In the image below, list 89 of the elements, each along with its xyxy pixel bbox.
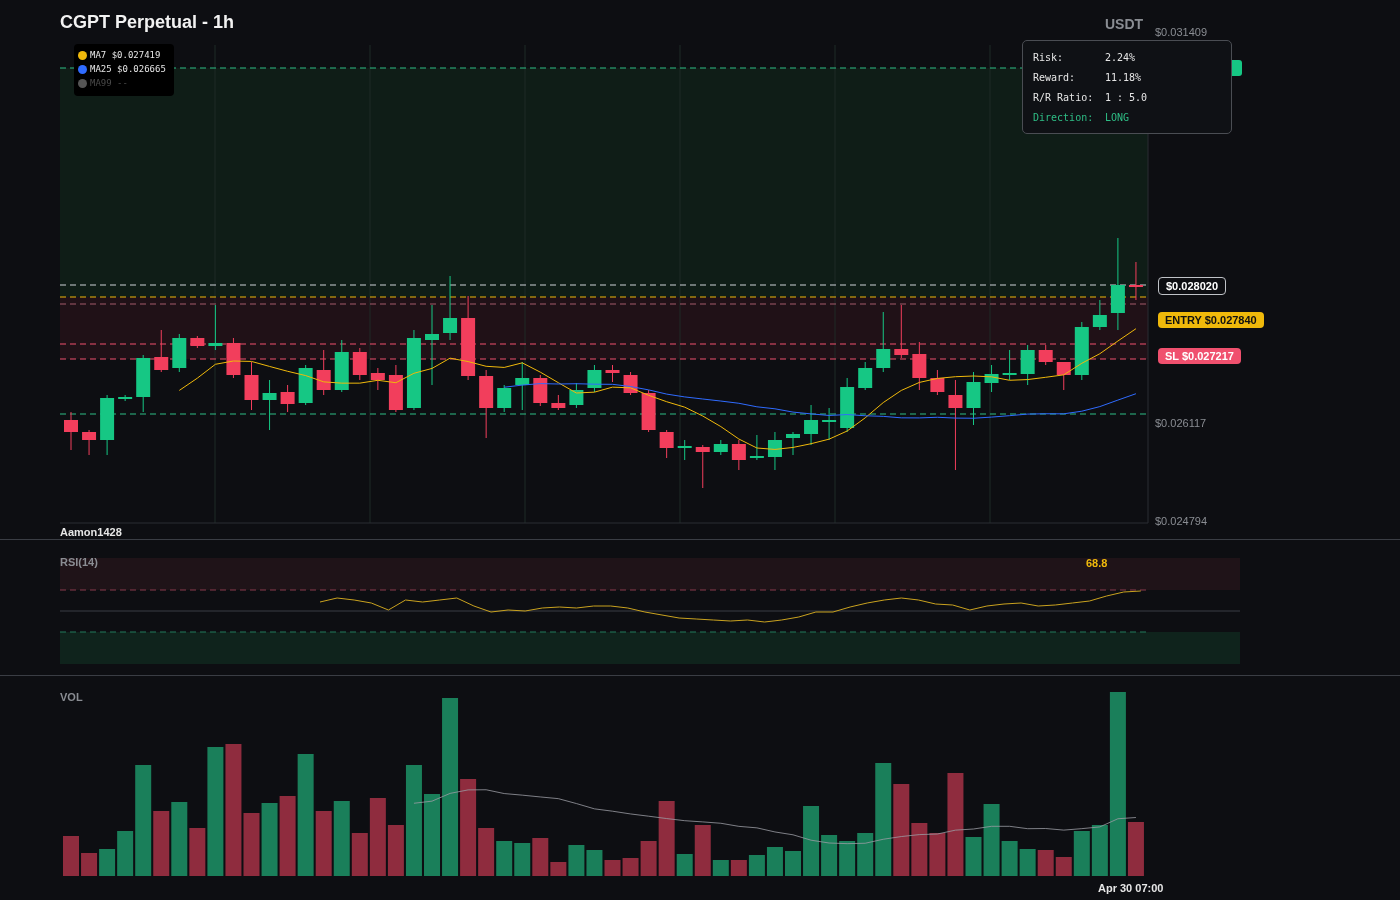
volume-bar xyxy=(1019,849,1036,876)
candlestick xyxy=(172,333,187,373)
candlestick xyxy=(587,364,602,393)
candlestick xyxy=(1056,361,1071,391)
candlestick xyxy=(876,311,891,373)
candlestick xyxy=(208,304,223,351)
volume-bar xyxy=(496,841,513,876)
price-axis-label: $0.026117 xyxy=(1155,417,1207,429)
direction-value: LONG xyxy=(1105,111,1130,123)
candlestick xyxy=(1020,344,1035,386)
candlestick xyxy=(912,341,927,391)
volume-label: VOL xyxy=(60,691,83,703)
candlestick xyxy=(786,431,800,456)
price-axis-label: $0.031409 xyxy=(1155,26,1207,38)
candlestick xyxy=(767,431,782,471)
indicator-value: MA99 -- xyxy=(90,78,128,88)
candlestick xyxy=(551,394,566,411)
candlestick xyxy=(731,439,746,471)
candlestick xyxy=(1128,261,1143,301)
indicator-value: MA25 $0.026665 xyxy=(90,64,166,74)
info-label: Reward: xyxy=(1033,71,1077,83)
candlestick xyxy=(136,354,151,413)
candlestick xyxy=(154,329,169,373)
candlestick xyxy=(118,394,133,402)
candlestick xyxy=(1092,299,1107,331)
candlestick xyxy=(605,364,620,383)
candlestick xyxy=(930,369,945,396)
candlestick xyxy=(280,384,295,413)
volume-bar xyxy=(748,855,765,876)
candlestick xyxy=(497,384,512,413)
info-value: 1 : 5.0 xyxy=(1105,91,1148,103)
candlestick xyxy=(659,429,674,459)
candlestick xyxy=(316,349,331,396)
candlestick xyxy=(894,304,909,359)
rsi-value: 68.8 xyxy=(1086,557,1108,569)
info-label: Risk: xyxy=(1033,51,1065,63)
volume-bar xyxy=(766,847,783,876)
candlestick xyxy=(334,339,349,393)
info-value: 2.24% xyxy=(1105,51,1136,63)
candlestick xyxy=(388,364,403,413)
volume-bar xyxy=(81,853,98,876)
candlestick xyxy=(479,369,494,439)
info-value: 11.18% xyxy=(1105,71,1142,83)
candlestick xyxy=(966,371,981,426)
chart-title: CGPT Perpetual - 1h xyxy=(60,12,235,33)
candlestick xyxy=(984,364,999,393)
candlestick xyxy=(298,364,313,406)
candlestick xyxy=(82,429,97,456)
candlestick xyxy=(569,382,584,409)
candlestick xyxy=(64,411,78,451)
candlestick xyxy=(858,361,873,391)
price-axis-label: $0.024794 xyxy=(1155,515,1207,527)
candlestick xyxy=(804,404,819,446)
candlestick xyxy=(262,379,277,431)
volume-bar xyxy=(839,841,856,876)
candlestick xyxy=(533,374,548,407)
price-tag: SL $0.027217 xyxy=(1158,348,1241,364)
candlestick xyxy=(352,347,367,381)
candlestick xyxy=(244,361,259,411)
candlestick xyxy=(623,371,638,396)
info-label: R/R Ratio: xyxy=(1033,91,1095,103)
volume-bar xyxy=(730,860,747,876)
username-label: Aamon1428 xyxy=(60,526,122,538)
quote-currency: USDT xyxy=(1105,16,1144,32)
indicator-value: MA7 $0.027419 xyxy=(90,50,161,60)
time-axis-label: Apr 30 07:00 xyxy=(1098,882,1164,894)
candlestick xyxy=(226,337,241,379)
price-tag: $0.028020 xyxy=(1158,277,1226,295)
candlestick xyxy=(749,434,764,461)
candlestick xyxy=(677,439,692,461)
candlestick xyxy=(695,444,710,489)
volume-bar xyxy=(785,851,801,876)
volume-bar xyxy=(1037,850,1054,876)
price-tag: ENTRY $0.027840 xyxy=(1158,312,1264,328)
rsi-label: RSI(14) xyxy=(60,556,98,568)
candlestick xyxy=(1002,349,1017,381)
candlestick xyxy=(443,275,458,341)
candlestick xyxy=(713,439,728,456)
candlestick xyxy=(515,361,530,411)
candlestick xyxy=(641,389,656,433)
volume-bar xyxy=(63,836,79,876)
candlestick xyxy=(1038,344,1053,366)
candlestick xyxy=(822,407,837,441)
candlestick xyxy=(100,394,115,456)
candlestick xyxy=(370,367,385,391)
candlestick xyxy=(840,377,855,433)
volume-bar xyxy=(514,843,531,876)
direction-label: Direction: xyxy=(1033,111,1095,123)
candlestick xyxy=(190,335,205,349)
